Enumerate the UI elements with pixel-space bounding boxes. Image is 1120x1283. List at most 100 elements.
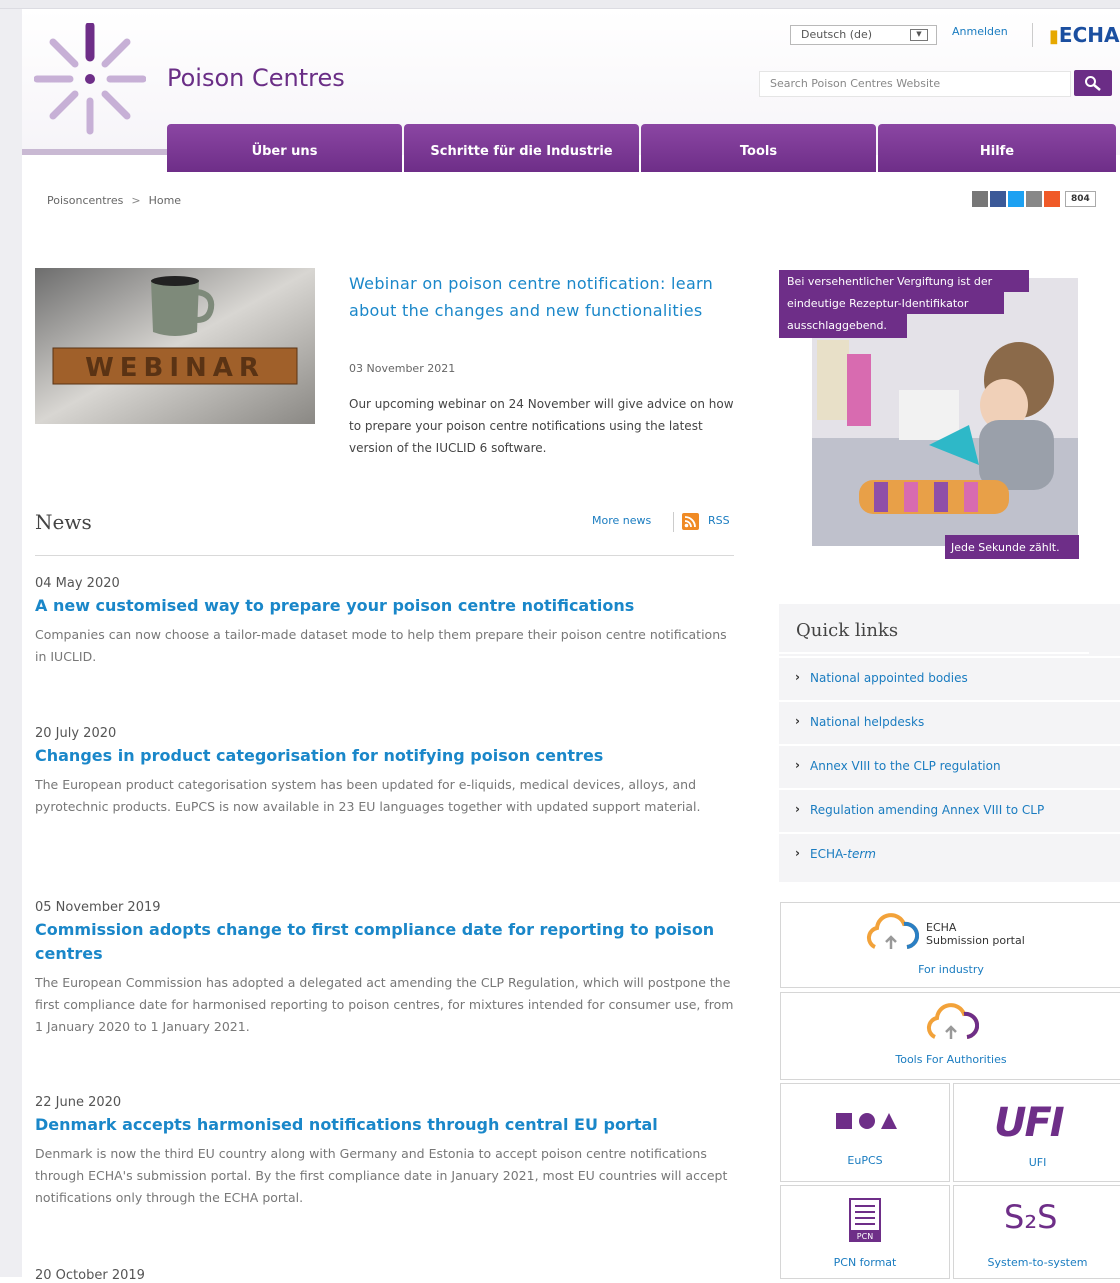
promo-bottom-text: Jede Sekunde zählt.	[950, 541, 1060, 554]
breadcrumb-separator: >	[131, 194, 141, 207]
quick-link-national-helpdesks[interactable]: › National helpdesks	[779, 700, 1120, 744]
webinar-image-text: WEBINAR	[85, 353, 265, 383]
breadcrumb-link-poisoncentres[interactable]: Poisoncentres	[47, 194, 123, 207]
news-item-date: 05 November 2019	[35, 900, 161, 915]
quick-links-heading: Quick links	[796, 620, 899, 641]
quick-link-label: ECHA-term	[810, 847, 876, 861]
pcn-format-tile[interactable]: PCN PCN format	[780, 1185, 950, 1279]
tab-schritte-fuer-die-industrie[interactable]: Schritte für die Industrie	[404, 124, 639, 172]
language-select[interactable]: Deutsch (de) ▼	[790, 25, 937, 45]
add-share-icon[interactable]	[1044, 191, 1060, 207]
promo-banner[interactable]: Bei versehentlicher Vergiftung ist der e…	[779, 270, 1109, 560]
site-title[interactable]: Poison Centres	[167, 64, 345, 92]
portal-name-line1: ECHA	[926, 921, 957, 934]
tab-ueber-uns[interactable]: Über uns	[167, 124, 402, 172]
quick-link-echa-term[interactable]: › ECHA-term	[779, 832, 1120, 876]
featured-title-link[interactable]: Webinar on poison centre notification: l…	[349, 270, 729, 324]
language-select-value: Deutsch (de)	[801, 28, 873, 41]
tab-hilfe[interactable]: Hilfe	[878, 124, 1116, 172]
pcn-document-icon: PCN	[849, 1198, 881, 1242]
cloud-upload-icon	[866, 913, 919, 949]
poison-centres-logo[interactable]	[34, 23, 146, 135]
chevron-down-icon: ▼	[910, 29, 928, 41]
ufi-caption: UFI	[1028, 1156, 1047, 1169]
tools-for-authorities-tile[interactable]: Tools For Authorities	[780, 992, 1120, 1080]
submission-portal-caption: For industry	[918, 963, 984, 976]
news-item-date: 20 October 2019	[35, 1268, 145, 1283]
login-link[interactable]: Anmelden	[952, 25, 1008, 38]
promo-top-line-2: eindeutige Rezeptur-Identifikator	[787, 297, 969, 310]
search-button[interactable]	[1074, 70, 1112, 96]
chevron-right-icon: ›	[795, 758, 800, 772]
news-item: 04 May 2020 A new customised way to prep…	[35, 576, 735, 668]
news-item: 05 November 2019 Commission adopts chang…	[35, 900, 735, 1038]
quick-link-regulation-amending-annex-viii[interactable]: › Regulation amending Annex VIII to CLP	[779, 788, 1120, 832]
quick-link-annex-viii[interactable]: › Annex VIII to the CLP regulation	[779, 744, 1120, 788]
news-item-summary: The European product categorisation syst…	[35, 777, 701, 814]
quick-link-label: National appointed bodies	[810, 671, 968, 685]
top-bar	[0, 0, 1120, 9]
s2s-logo: S₂S	[1004, 1198, 1058, 1236]
promo-top-line-3: ausschlaggebend.	[787, 319, 887, 332]
news-item-title-link[interactable]: A new customised way to prepare your poi…	[35, 594, 735, 618]
news-item-date: 20 July 2020	[35, 726, 117, 741]
email-icon[interactable]	[1026, 191, 1042, 207]
echa-logo-text: ECHA	[1058, 23, 1120, 47]
promo-top-line-1: Bei versehentlicher Vergiftung ist der	[787, 275, 993, 288]
news-item: 22 June 2020 Denmark accepts harmonised …	[35, 1095, 735, 1209]
quick-link-national-appointed-bodies[interactable]: › National appointed bodies	[779, 656, 1120, 700]
share-bar: 804	[972, 191, 1096, 207]
pcn-format-caption: PCN format	[833, 1256, 897, 1269]
news-item-summary: Denmark is now the third EU country alon…	[35, 1146, 728, 1205]
shapes-icon	[836, 1113, 897, 1129]
news-heading: News	[35, 510, 92, 534]
featured-date: 03 November 2021	[349, 362, 456, 375]
quick-link-label: Regulation amending Annex VIII to CLP	[810, 803, 1045, 817]
chevron-right-icon: ›	[795, 846, 800, 860]
system-to-system-tile[interactable]: S₂S System-to-system	[953, 1185, 1120, 1279]
news-item-title-link[interactable]: Changes in product categorisation for no…	[35, 744, 735, 768]
news-item-title-link[interactable]: Denmark accepts harmonised notifications…	[35, 1113, 735, 1137]
share-count: 804	[1065, 191, 1096, 207]
chevron-right-icon: ›	[795, 714, 800, 728]
eupcs-tile[interactable]: EuPCS	[780, 1083, 950, 1182]
breadcrumb-current: Home	[148, 194, 182, 207]
facebook-icon[interactable]	[990, 191, 1006, 207]
featured-summary: Our upcoming webinar on 24 November will…	[349, 397, 734, 455]
portal-name-line2: Submission portal	[926, 934, 1025, 947]
rss-link[interactable]: RSS	[708, 514, 730, 527]
quick-link-label-em: term	[847, 847, 876, 861]
twitter-icon[interactable]	[1008, 191, 1024, 207]
submission-portal-tile[interactable]: ECHA Submission portal For industry	[780, 902, 1120, 988]
page-gutter	[0, 0, 22, 1277]
ufi-tile[interactable]: UFI UFI	[953, 1083, 1120, 1182]
tab-tools[interactable]: Tools	[641, 124, 876, 172]
more-news-link[interactable]: More news	[592, 514, 651, 527]
news-item-summary: The European Commission has adopted a de…	[35, 975, 734, 1034]
pcn-icon-text: PCN	[857, 1232, 873, 1241]
chevron-right-icon: ›	[795, 670, 800, 684]
print-icon[interactable]	[972, 191, 988, 207]
search-placeholder: Search Poison Centres Website	[770, 77, 941, 90]
submission-portal-name: ECHA Submission portal	[926, 921, 1086, 947]
quick-links-divider	[779, 652, 1089, 654]
quick-link-label: Annex VIII to the CLP regulation	[810, 759, 1001, 773]
quick-link-label: National helpdesks	[810, 715, 925, 729]
main-nav: Über uns Schritte für die Industrie Tool…	[167, 124, 1120, 174]
cloud-upload-icon	[926, 1003, 979, 1039]
quick-link-label-main: ECHA-	[810, 847, 848, 861]
news-item: 20 July 2020 Changes in product categori…	[35, 726, 735, 818]
echa-mark-icon: ▮	[1049, 26, 1059, 47]
news-item-title-link[interactable]: Commission adopts change to first compli…	[35, 918, 735, 966]
webinar-photo: WEBINAR	[35, 268, 315, 424]
echa-logo[interactable]: ▮ECHA	[1049, 23, 1119, 47]
eupcs-caption: EuPCS	[847, 1154, 883, 1167]
chevron-right-icon: ›	[795, 802, 800, 816]
system-to-system-caption: System-to-system	[987, 1256, 1088, 1269]
search-input[interactable]: Search Poison Centres Website	[759, 71, 1071, 97]
featured-webinar-image[interactable]: WEBINAR	[35, 268, 315, 424]
rss-icon[interactable]	[682, 513, 699, 530]
news-links-divider	[673, 512, 674, 532]
news-item: 20 October 2019	[35, 1268, 735, 1283]
page: Poison Centres Deutsch (de) ▼ Anmelden ▮…	[0, 0, 1120, 1283]
